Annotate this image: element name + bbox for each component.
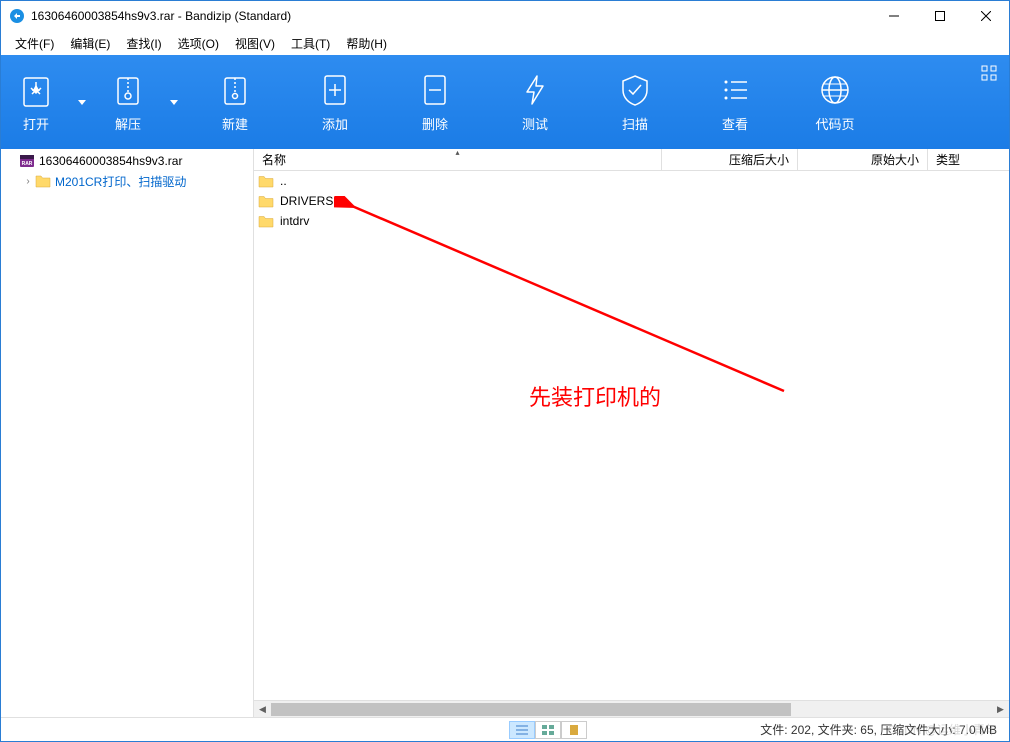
codepage-button[interactable]: 代码页 [785, 55, 885, 149]
main-area: RAR 16306460003854hs9v3.rar › M201CR打印、扫… [1, 149, 1009, 717]
menu-find[interactable]: 查找(I) [118, 32, 169, 55]
codepage-icon [817, 72, 853, 108]
file-name: DRIVERS [280, 194, 333, 208]
file-name: intdrv [280, 214, 309, 228]
scroll-thumb[interactable] [271, 703, 791, 716]
close-button[interactable] [963, 1, 1009, 31]
add-button[interactable]: 添加 [285, 55, 385, 149]
delete-button[interactable]: 删除 [385, 55, 485, 149]
open-button[interactable]: 打开 [1, 55, 93, 149]
delete-icon [417, 72, 453, 108]
svg-text:RAR: RAR [22, 161, 33, 167]
view-label: 查看 [722, 114, 748, 133]
column-header: 名称 ▴ 压缩后大小 原始大小 类型 [254, 149, 1009, 171]
view-gallery-button[interactable] [561, 721, 587, 739]
col-compressed[interactable]: 压缩后大小 [662, 149, 798, 171]
file-row-intdrv[interactable]: intdrv [254, 211, 1009, 231]
test-icon [517, 72, 553, 108]
sort-indicator-icon: ▴ [455, 148, 459, 157]
new-button[interactable]: 新建 [185, 55, 285, 149]
open-label: 打开 [23, 114, 49, 133]
col-original[interactable]: 原始大小 [798, 149, 928, 171]
folder-icon [258, 175, 274, 188]
minimize-button[interactable] [871, 1, 917, 31]
scroll-right-icon[interactable]: ▶ [992, 701, 1009, 718]
add-label: 添加 [322, 114, 348, 133]
menu-view[interactable]: 视图(V) [227, 32, 283, 55]
menu-options[interactable]: 选项(O) [170, 32, 227, 55]
watermark-text: CSDN @运维小青年 [887, 721, 997, 738]
view-details-button[interactable] [509, 721, 535, 739]
menu-file[interactable]: 文件(F) [7, 32, 62, 55]
menu-tools[interactable]: 工具(T) [283, 32, 338, 55]
titlebar: 16306460003854hs9v3.rar - Bandizip (Stan… [1, 1, 1009, 31]
codepage-label: 代码页 [815, 114, 854, 133]
extract-label: 解压 [115, 114, 141, 133]
view-mode-toggle [509, 721, 587, 739]
open-icon [18, 72, 54, 108]
test-button[interactable]: 测试 [485, 55, 585, 149]
new-icon [217, 72, 253, 108]
menubar: 文件(F) 编辑(E) 查找(I) 选项(O) 视图(V) 工具(T) 帮助(H… [1, 31, 1009, 55]
tree-child-1-label: M201CR打印、扫描驱动 [55, 173, 186, 190]
add-icon [317, 72, 353, 108]
menu-help[interactable]: 帮助(H) [338, 32, 395, 55]
folder-icon [258, 195, 274, 208]
new-label: 新建 [222, 114, 248, 133]
statusbar: 文件: 202, 文件夹: 65, 压缩文件大小: 7.0 MB CSDN @运… [1, 717, 1009, 741]
file-row-drivers[interactable]: DRIVERS [254, 191, 1009, 211]
file-list: .. DRIVERS intdrv 先装打印机的 [254, 171, 1009, 700]
delete-label: 删除 [422, 114, 448, 133]
window-title: 16306460003854hs9v3.rar - Bandizip (Stan… [31, 9, 871, 23]
extract-icon [110, 72, 146, 108]
toolbar: 打开 解压 新建 添加 删除 测试 扫描 查看 代码页 [1, 55, 1009, 149]
col-type[interactable]: 类型 [928, 149, 1009, 171]
col-name[interactable]: 名称 ▴ [254, 149, 662, 171]
maximize-button[interactable] [917, 1, 963, 31]
file-row-parent[interactable]: .. [254, 171, 1009, 191]
window-controls [871, 1, 1009, 31]
scroll-left-icon[interactable]: ◀ [254, 701, 271, 718]
extract-dropdown[interactable] [163, 55, 185, 149]
tree-root[interactable]: RAR 16306460003854hs9v3.rar [1, 151, 253, 171]
view-icons-button[interactable] [535, 721, 561, 739]
scan-icon [617, 72, 653, 108]
col-name-label: 名称 [262, 151, 286, 168]
tree-panel: RAR 16306460003854hs9v3.rar › M201CR打印、扫… [1, 149, 254, 717]
file-name: .. [280, 174, 287, 188]
expand-icon[interactable]: › [21, 174, 35, 188]
test-label: 测试 [522, 114, 548, 133]
open-dropdown[interactable] [71, 55, 93, 149]
annotation-text: 先装打印机的 [529, 380, 661, 412]
menu-edit[interactable]: 编辑(E) [62, 32, 118, 55]
extract-button[interactable]: 解压 [93, 55, 185, 149]
toolbar-menu-icon[interactable] [981, 65, 997, 86]
folder-icon [35, 174, 51, 188]
view-button[interactable]: 查看 [685, 55, 785, 149]
horizontal-scrollbar[interactable]: ◀ ▶ [254, 700, 1009, 717]
file-panel: 名称 ▴ 压缩后大小 原始大小 类型 .. DRIVERS intdrv [254, 149, 1009, 717]
scan-button[interactable]: 扫描 [585, 55, 685, 149]
view-icon [717, 72, 753, 108]
rar-icon: RAR [19, 154, 35, 168]
scan-label: 扫描 [622, 114, 648, 133]
tree-child-1[interactable]: › M201CR打印、扫描驱动 [1, 171, 253, 191]
app-icon [9, 8, 25, 24]
expand-icon[interactable] [5, 154, 19, 168]
tree-root-label: 16306460003854hs9v3.rar [39, 154, 182, 168]
folder-icon [258, 215, 274, 228]
